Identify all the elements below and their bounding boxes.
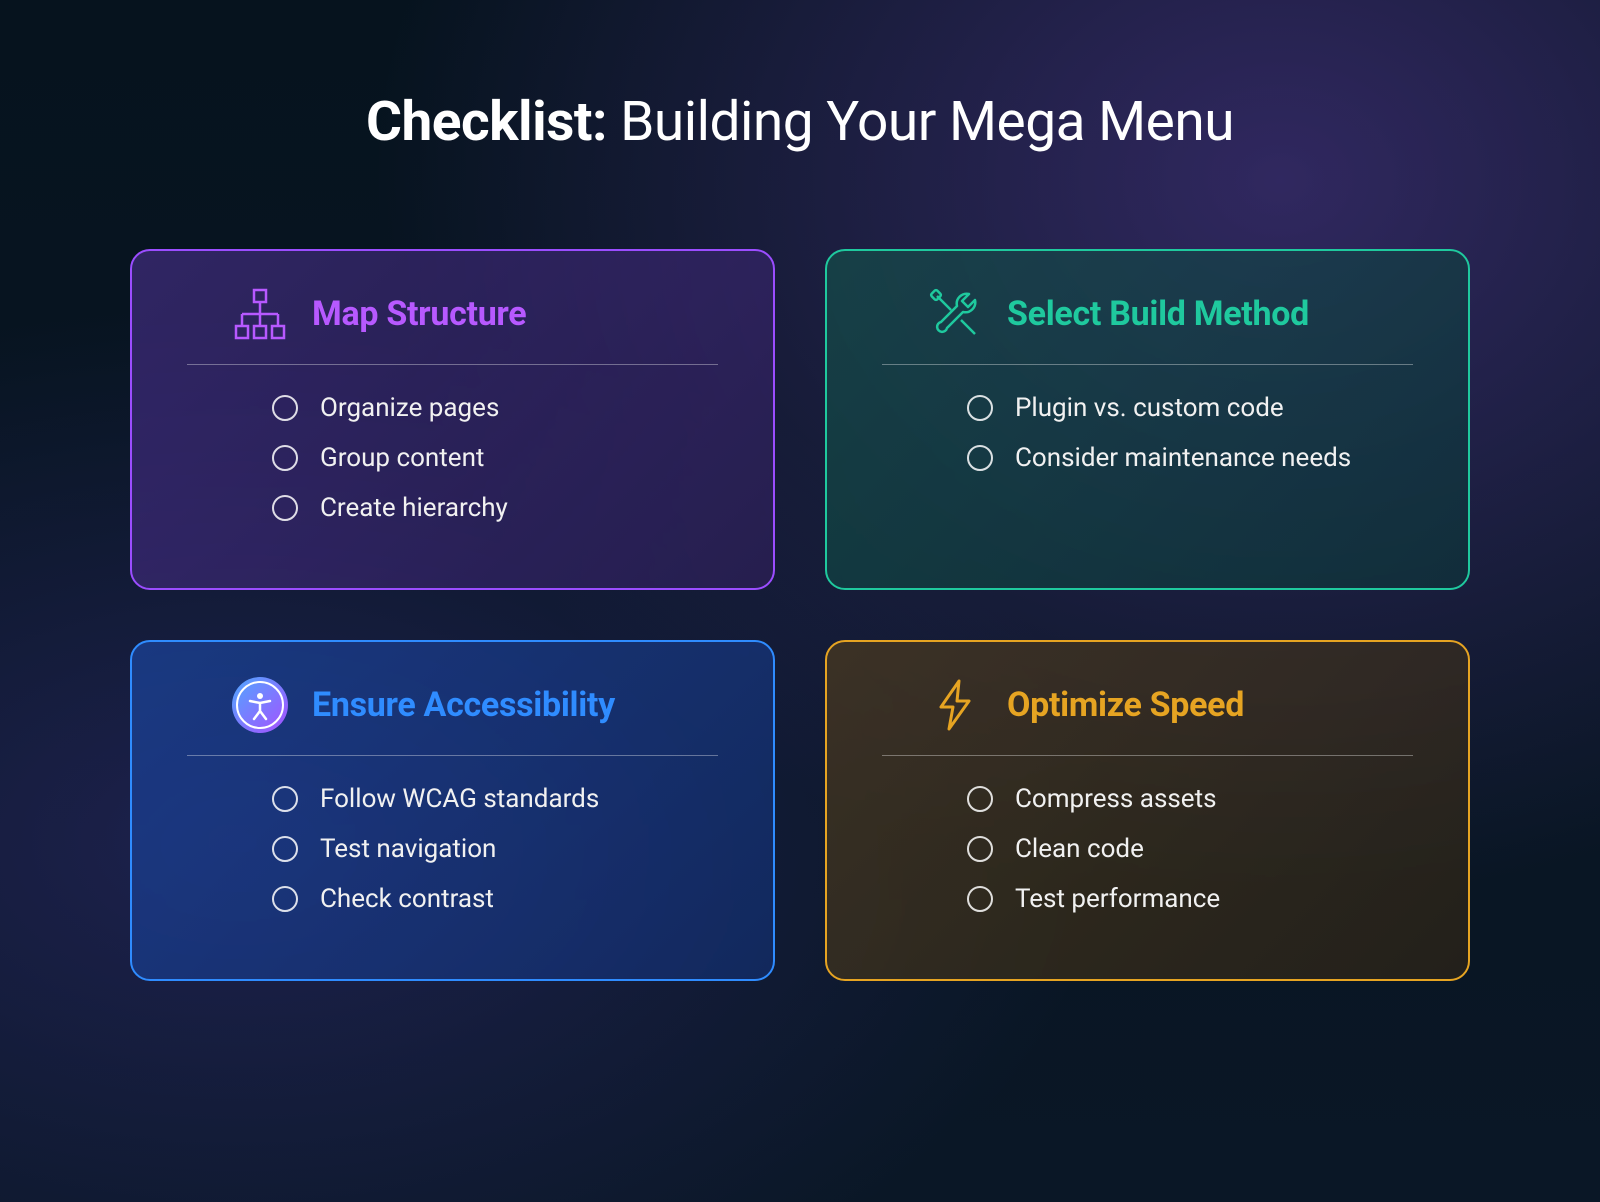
checklist: Plugin vs. custom code Consider maintena… (872, 393, 1423, 473)
card-header: Map Structure (177, 286, 728, 342)
card-map-structure: Map Structure Organize pages Group conte… (130, 249, 775, 590)
card-title: Ensure Accessibility (312, 685, 615, 725)
accessibility-icon (232, 677, 288, 733)
card-title: Select Build Method (1007, 294, 1309, 334)
card-header: Select Build Method (872, 286, 1423, 342)
card-header: Optimize Speed (872, 677, 1423, 733)
divider (187, 755, 718, 756)
card-select-build-method: Select Build Method Plugin vs. custom co… (825, 249, 1470, 590)
check-circle-icon (967, 395, 993, 421)
checklist-item: Check contrast (272, 884, 728, 914)
title-prefix: Checklist: (366, 90, 607, 154)
check-circle-icon (967, 445, 993, 471)
check-circle-icon (272, 786, 298, 812)
checklist-item-label: Compress assets (1015, 784, 1217, 814)
check-circle-icon (272, 836, 298, 862)
checklist-item-label: Test performance (1015, 884, 1220, 914)
hierarchy-icon (232, 286, 288, 342)
check-circle-icon (967, 836, 993, 862)
checklist-item-label: Consider maintenance needs (1015, 443, 1351, 473)
check-circle-icon (272, 445, 298, 471)
title-suffix: Building Your Mega Menu (607, 90, 1234, 154)
checklist-item: Create hierarchy (272, 493, 728, 523)
checklist: Compress assets Clean code Test performa… (872, 784, 1423, 914)
lightning-icon (927, 677, 983, 733)
card-header: Ensure Accessibility (177, 677, 728, 733)
checklist-item-label: Check contrast (320, 884, 494, 914)
checklist-item: Compress assets (967, 784, 1423, 814)
check-circle-icon (967, 786, 993, 812)
checklist-item-label: Create hierarchy (320, 493, 508, 523)
checklist-item-label: Organize pages (320, 393, 499, 423)
checklist-item: Follow WCAG standards (272, 784, 728, 814)
checklist-item-label: Group content (320, 443, 484, 473)
check-circle-icon (967, 886, 993, 912)
checklist-item-label: Follow WCAG standards (320, 784, 599, 814)
slide-container: Checklist: Building Your Mega Menu (0, 0, 1600, 1202)
card-ensure-accessibility: Ensure Accessibility Follow WCAG standar… (130, 640, 775, 981)
checklist-item-label: Test navigation (320, 834, 496, 864)
tools-icon (927, 286, 983, 342)
card-optimize-speed: Optimize Speed Compress assets Clean cod… (825, 640, 1470, 981)
checklist: Follow WCAG standards Test navigation Ch… (177, 784, 728, 914)
cards-grid: Map Structure Organize pages Group conte… (130, 249, 1470, 981)
checklist-item: Group content (272, 443, 728, 473)
check-circle-icon (272, 495, 298, 521)
divider (882, 364, 1413, 365)
checklist-item: Organize pages (272, 393, 728, 423)
check-circle-icon (272, 886, 298, 912)
page-title: Checklist: Building Your Mega Menu (130, 90, 1470, 154)
checklist-item-label: Plugin vs. custom code (1015, 393, 1284, 423)
checklist-item-label: Clean code (1015, 834, 1144, 864)
checklist-item: Clean code (967, 834, 1423, 864)
check-circle-icon (272, 395, 298, 421)
checklist-item: Consider maintenance needs (967, 443, 1423, 473)
checklist: Organize pages Group content Create hier… (177, 393, 728, 523)
card-title: Map Structure (312, 294, 526, 334)
checklist-item: Test performance (967, 884, 1423, 914)
divider (882, 755, 1413, 756)
checklist-item: Test navigation (272, 834, 728, 864)
card-title: Optimize Speed (1007, 685, 1244, 725)
divider (187, 364, 718, 365)
checklist-item: Plugin vs. custom code (967, 393, 1423, 423)
